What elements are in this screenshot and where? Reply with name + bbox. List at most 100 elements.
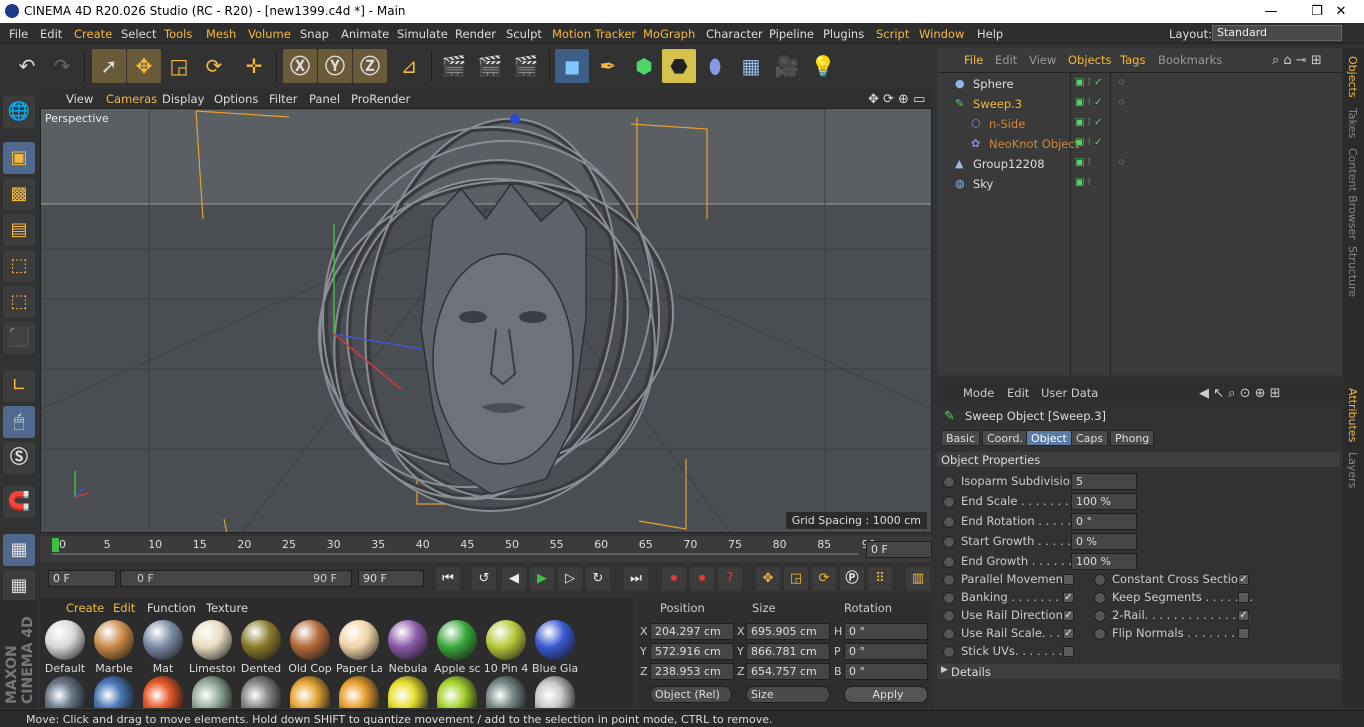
position-z-field[interactable]: 238.953 cm	[650, 663, 734, 680]
menu-sculpt[interactable]: Sculpt	[506, 27, 542, 41]
key-position-icon[interactable]: ✥	[756, 567, 780, 591]
recent-tool-icon[interactable]: ✛	[237, 49, 271, 83]
attr-tab-object[interactable]: Object	[1026, 430, 1072, 446]
visibility-toggle-icon[interactable]: ▣ ⁝ ✓	[1075, 137, 1102, 148]
coord-size-mode-select[interactable]: Size	[746, 686, 830, 703]
key-parameter-icon[interactable]: Ⓟ	[840, 567, 864, 591]
size-y-field[interactable]: 866.781 cm	[746, 643, 830, 660]
attr-nav-icons[interactable]: ◀ ↖ ⌕ ⊙ ⊕ ⊞	[1199, 386, 1281, 401]
menu-file[interactable]: File	[9, 27, 28, 41]
key-rotation-icon[interactable]: ⟳	[812, 567, 836, 591]
animate-radio-icon[interactable]	[943, 515, 955, 528]
camera-icon[interactable]: 🎥	[770, 49, 804, 83]
key-point-level-icon[interactable]: ⠿	[868, 567, 892, 591]
attr-menu-user-data[interactable]: User Data	[1041, 386, 1098, 400]
attr-field-input[interactable]: 0 °	[1071, 513, 1137, 530]
object-row[interactable]: ◍ Sky ▣ ⁝	[937, 174, 1342, 194]
material-swatch[interactable]: Blue Gla	[532, 620, 578, 675]
object-row[interactable]: ⬡ n-Side ▣ ⁝ ✓	[937, 114, 1342, 134]
viewport-menu-display[interactable]: Display	[162, 92, 204, 106]
attr-field-input[interactable]: 0 %	[1071, 533, 1137, 550]
attr-checkbox[interactable]	[1238, 592, 1249, 603]
animate-radio-icon[interactable]	[1094, 609, 1106, 622]
previous-key-icon[interactable]: ↺	[472, 567, 496, 591]
coordinate-system-icon[interactable]: ⊿	[392, 49, 426, 83]
material-swatch[interactable]	[437, 676, 477, 708]
points-mode-icon[interactable]: ⬚	[3, 250, 35, 282]
material-tag-icon[interactable]: ⁘	[1117, 156, 1126, 169]
attr-checkbox[interactable]: ✓	[1238, 574, 1249, 585]
start-frame-field[interactable]: 0 F	[48, 570, 116, 587]
menu-snap[interactable]: Snap	[300, 27, 329, 41]
timeline-window-icon[interactable]: ▥	[906, 567, 930, 591]
material-swatch[interactable]: 10 Pin 4	[483, 620, 529, 675]
menu-help[interactable]: Help	[977, 27, 1003, 41]
cube-primitive-icon[interactable]: ◼	[555, 49, 589, 83]
objects-menu-objects[interactable]: Objects	[1068, 53, 1111, 67]
viewport-menu-prorender[interactable]: ProRender	[351, 92, 410, 106]
menu-script[interactable]: Script	[876, 27, 909, 41]
objects-menu-file[interactable]: File	[964, 53, 983, 67]
planar-workplane-icon[interactable]: ▦	[3, 570, 35, 602]
viewport-menu-options[interactable]: Options	[214, 92, 258, 106]
animate-radio-icon[interactable]	[1094, 627, 1106, 640]
key-scale-icon[interactable]: ◲	[784, 567, 808, 591]
tab-structure[interactable]: Structure	[1346, 246, 1359, 297]
material-swatch[interactable]	[143, 676, 183, 708]
object-row[interactable]: ✿ NeoKnot Object ▣ ⁝ ✓	[937, 134, 1342, 154]
material-swatch[interactable]	[535, 676, 575, 708]
menu-simulate[interactable]: Simulate	[397, 27, 448, 41]
current-frame-field[interactable]: 0 F	[866, 541, 932, 558]
autokeying-icon[interactable]: ⏺	[690, 567, 714, 591]
attr-checkbox[interactable]: ✓	[1063, 610, 1074, 621]
material-swatch[interactable]: Old Cop	[287, 620, 333, 675]
go-to-start-icon[interactable]: ⏮	[436, 567, 460, 591]
position-y-field[interactable]: 572.916 cm	[650, 643, 734, 660]
visibility-toggle-icon[interactable]: ▣ ⁝ ✓	[1075, 117, 1102, 128]
material-swatch[interactable]: Marble	[91, 620, 137, 675]
material-swatch[interactable]	[241, 676, 281, 708]
solo-mode-icon[interactable]: Ⓢ	[3, 442, 35, 474]
viewport-menu-view[interactable]: View	[66, 92, 93, 106]
viewport-nav-icons[interactable]: ✥ ⟳ ⊕ ▭	[868, 92, 925, 107]
light-icon[interactable]: 💡	[806, 49, 840, 83]
menu-tools[interactable]: Tools	[164, 27, 192, 41]
tab-objects[interactable]: Objects	[1346, 56, 1359, 98]
render-picture-viewer-icon[interactable]: 🎬	[473, 49, 507, 83]
material-swatch[interactable]	[388, 676, 428, 708]
record-active-objects-icon[interactable]: ⏺	[662, 567, 686, 591]
edges-mode-icon[interactable]: ⬚	[3, 286, 35, 318]
position-x-field[interactable]: 204.297 cm	[650, 623, 734, 640]
menu-volume[interactable]: Volume	[248, 27, 291, 41]
visibility-toggle-icon[interactable]: ▣ ⁝	[1075, 177, 1091, 188]
animate-radio-icon[interactable]	[1094, 573, 1106, 586]
polygons-mode-icon[interactable]: ⬛	[3, 322, 35, 354]
material-menu-texture[interactable]: Texture	[206, 601, 248, 615]
scale-tool-icon[interactable]: ◲	[162, 49, 196, 83]
attr-menu-edit[interactable]: Edit	[1007, 386, 1029, 400]
rotation-h-field[interactable]: 0 °	[844, 623, 928, 640]
viewport-menu-filter[interactable]: Filter	[269, 92, 297, 106]
animate-radio-icon[interactable]	[943, 573, 955, 586]
material-swatch[interactable]: Apple sc	[434, 620, 480, 675]
objects-menu-edit[interactable]: Edit	[995, 53, 1017, 67]
z-axis-lock-icon[interactable]: Ⓩ	[353, 49, 387, 83]
attr-field-input[interactable]: 100 %	[1071, 553, 1137, 570]
make-editable-icon[interactable]: 🌐	[3, 96, 35, 128]
layout-select[interactable]: Standard	[1212, 25, 1342, 41]
material-swatch[interactable]	[486, 676, 526, 708]
details-section[interactable]: Details ▶	[937, 664, 1340, 679]
menu-character[interactable]: Character	[706, 27, 763, 41]
axis-mode-icon[interactable]: ∟	[3, 370, 35, 402]
tab-takes[interactable]: Takes	[1346, 108, 1359, 138]
subdivision-surface-icon[interactable]: ⬢	[627, 49, 661, 83]
object-row[interactable]: ▲ Group12208 ▣ ⁝ ⁘	[937, 154, 1342, 174]
animate-radio-icon[interactable]	[943, 555, 955, 568]
tab-layers[interactable]: Layers	[1346, 452, 1359, 488]
y-axis-lock-icon[interactable]: Ⓨ	[318, 49, 352, 83]
material-tag-icon[interactable]: ⁘	[1117, 96, 1126, 109]
redo-icon[interactable]: ↷	[45, 49, 79, 83]
size-x-field[interactable]: 695.905 cm	[746, 623, 830, 640]
move-tool-icon[interactable]: ✥	[127, 49, 161, 83]
menu-create[interactable]: Create	[74, 27, 112, 41]
